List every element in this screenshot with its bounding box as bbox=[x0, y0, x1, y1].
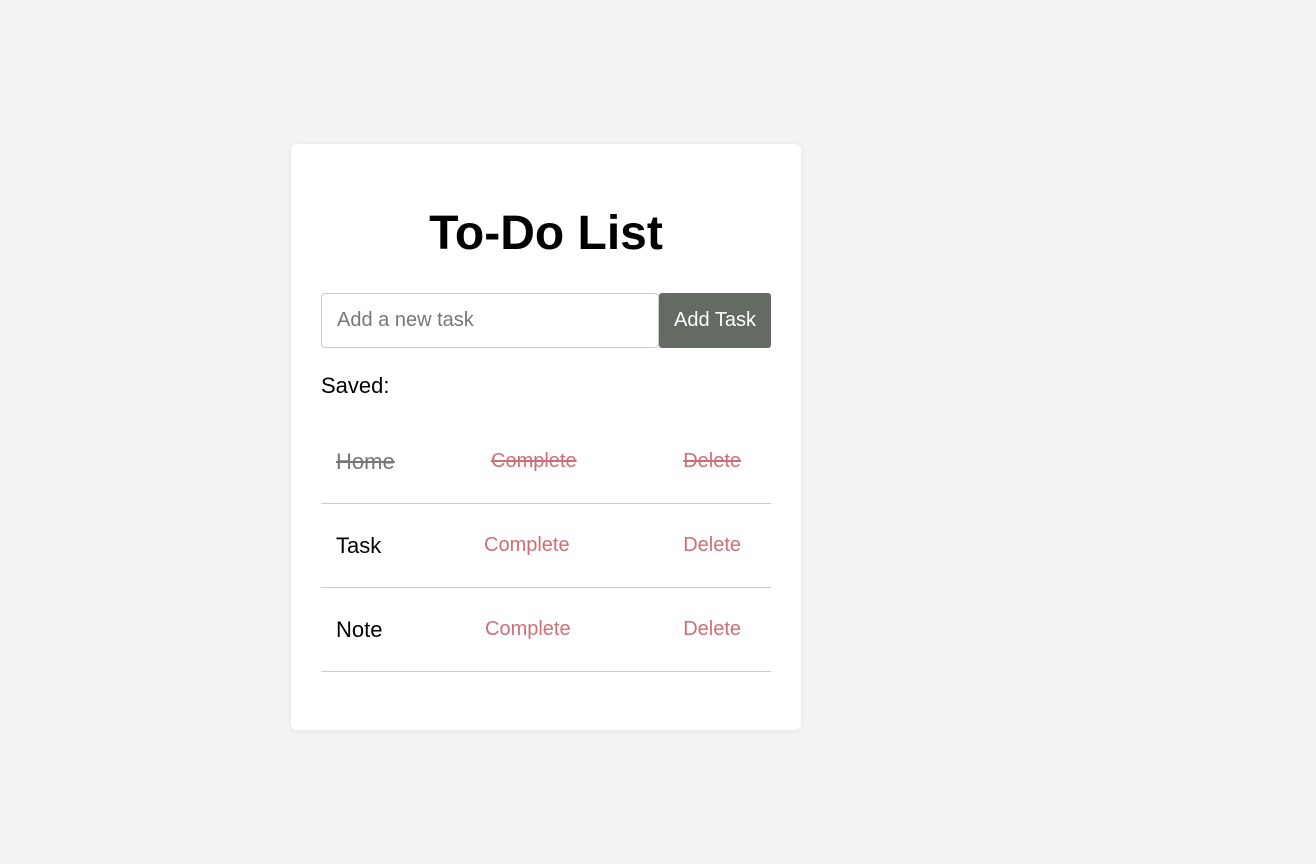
task-list: Home Complete Delete Task Complete Delet… bbox=[321, 420, 771, 672]
new-task-input[interactable] bbox=[321, 293, 659, 348]
task-text: Task bbox=[336, 533, 382, 558]
task-row-home: Home Complete Delete bbox=[321, 420, 771, 504]
delete-button[interactable]: Delete bbox=[683, 420, 741, 503]
saved-label: Saved: bbox=[321, 373, 390, 398]
todo-card: To-Do List Add Task Saved: Home Complete… bbox=[291, 144, 801, 730]
add-task-form: Add Task bbox=[321, 293, 771, 348]
delete-button[interactable]: Delete bbox=[683, 504, 741, 587]
task-text: Note bbox=[336, 617, 383, 642]
complete-button[interactable]: Complete bbox=[485, 588, 571, 671]
task-text: Home bbox=[336, 449, 395, 474]
task-row-task: Task Complete Delete bbox=[321, 504, 771, 588]
delete-button[interactable]: Delete bbox=[683, 588, 741, 671]
task-row-note: Note Complete Delete bbox=[321, 588, 771, 672]
add-task-button[interactable]: Add Task bbox=[659, 293, 771, 348]
complete-button[interactable]: Complete bbox=[484, 504, 570, 587]
complete-button[interactable]: Complete bbox=[491, 420, 577, 503]
page-title: To-Do List bbox=[429, 207, 663, 260]
